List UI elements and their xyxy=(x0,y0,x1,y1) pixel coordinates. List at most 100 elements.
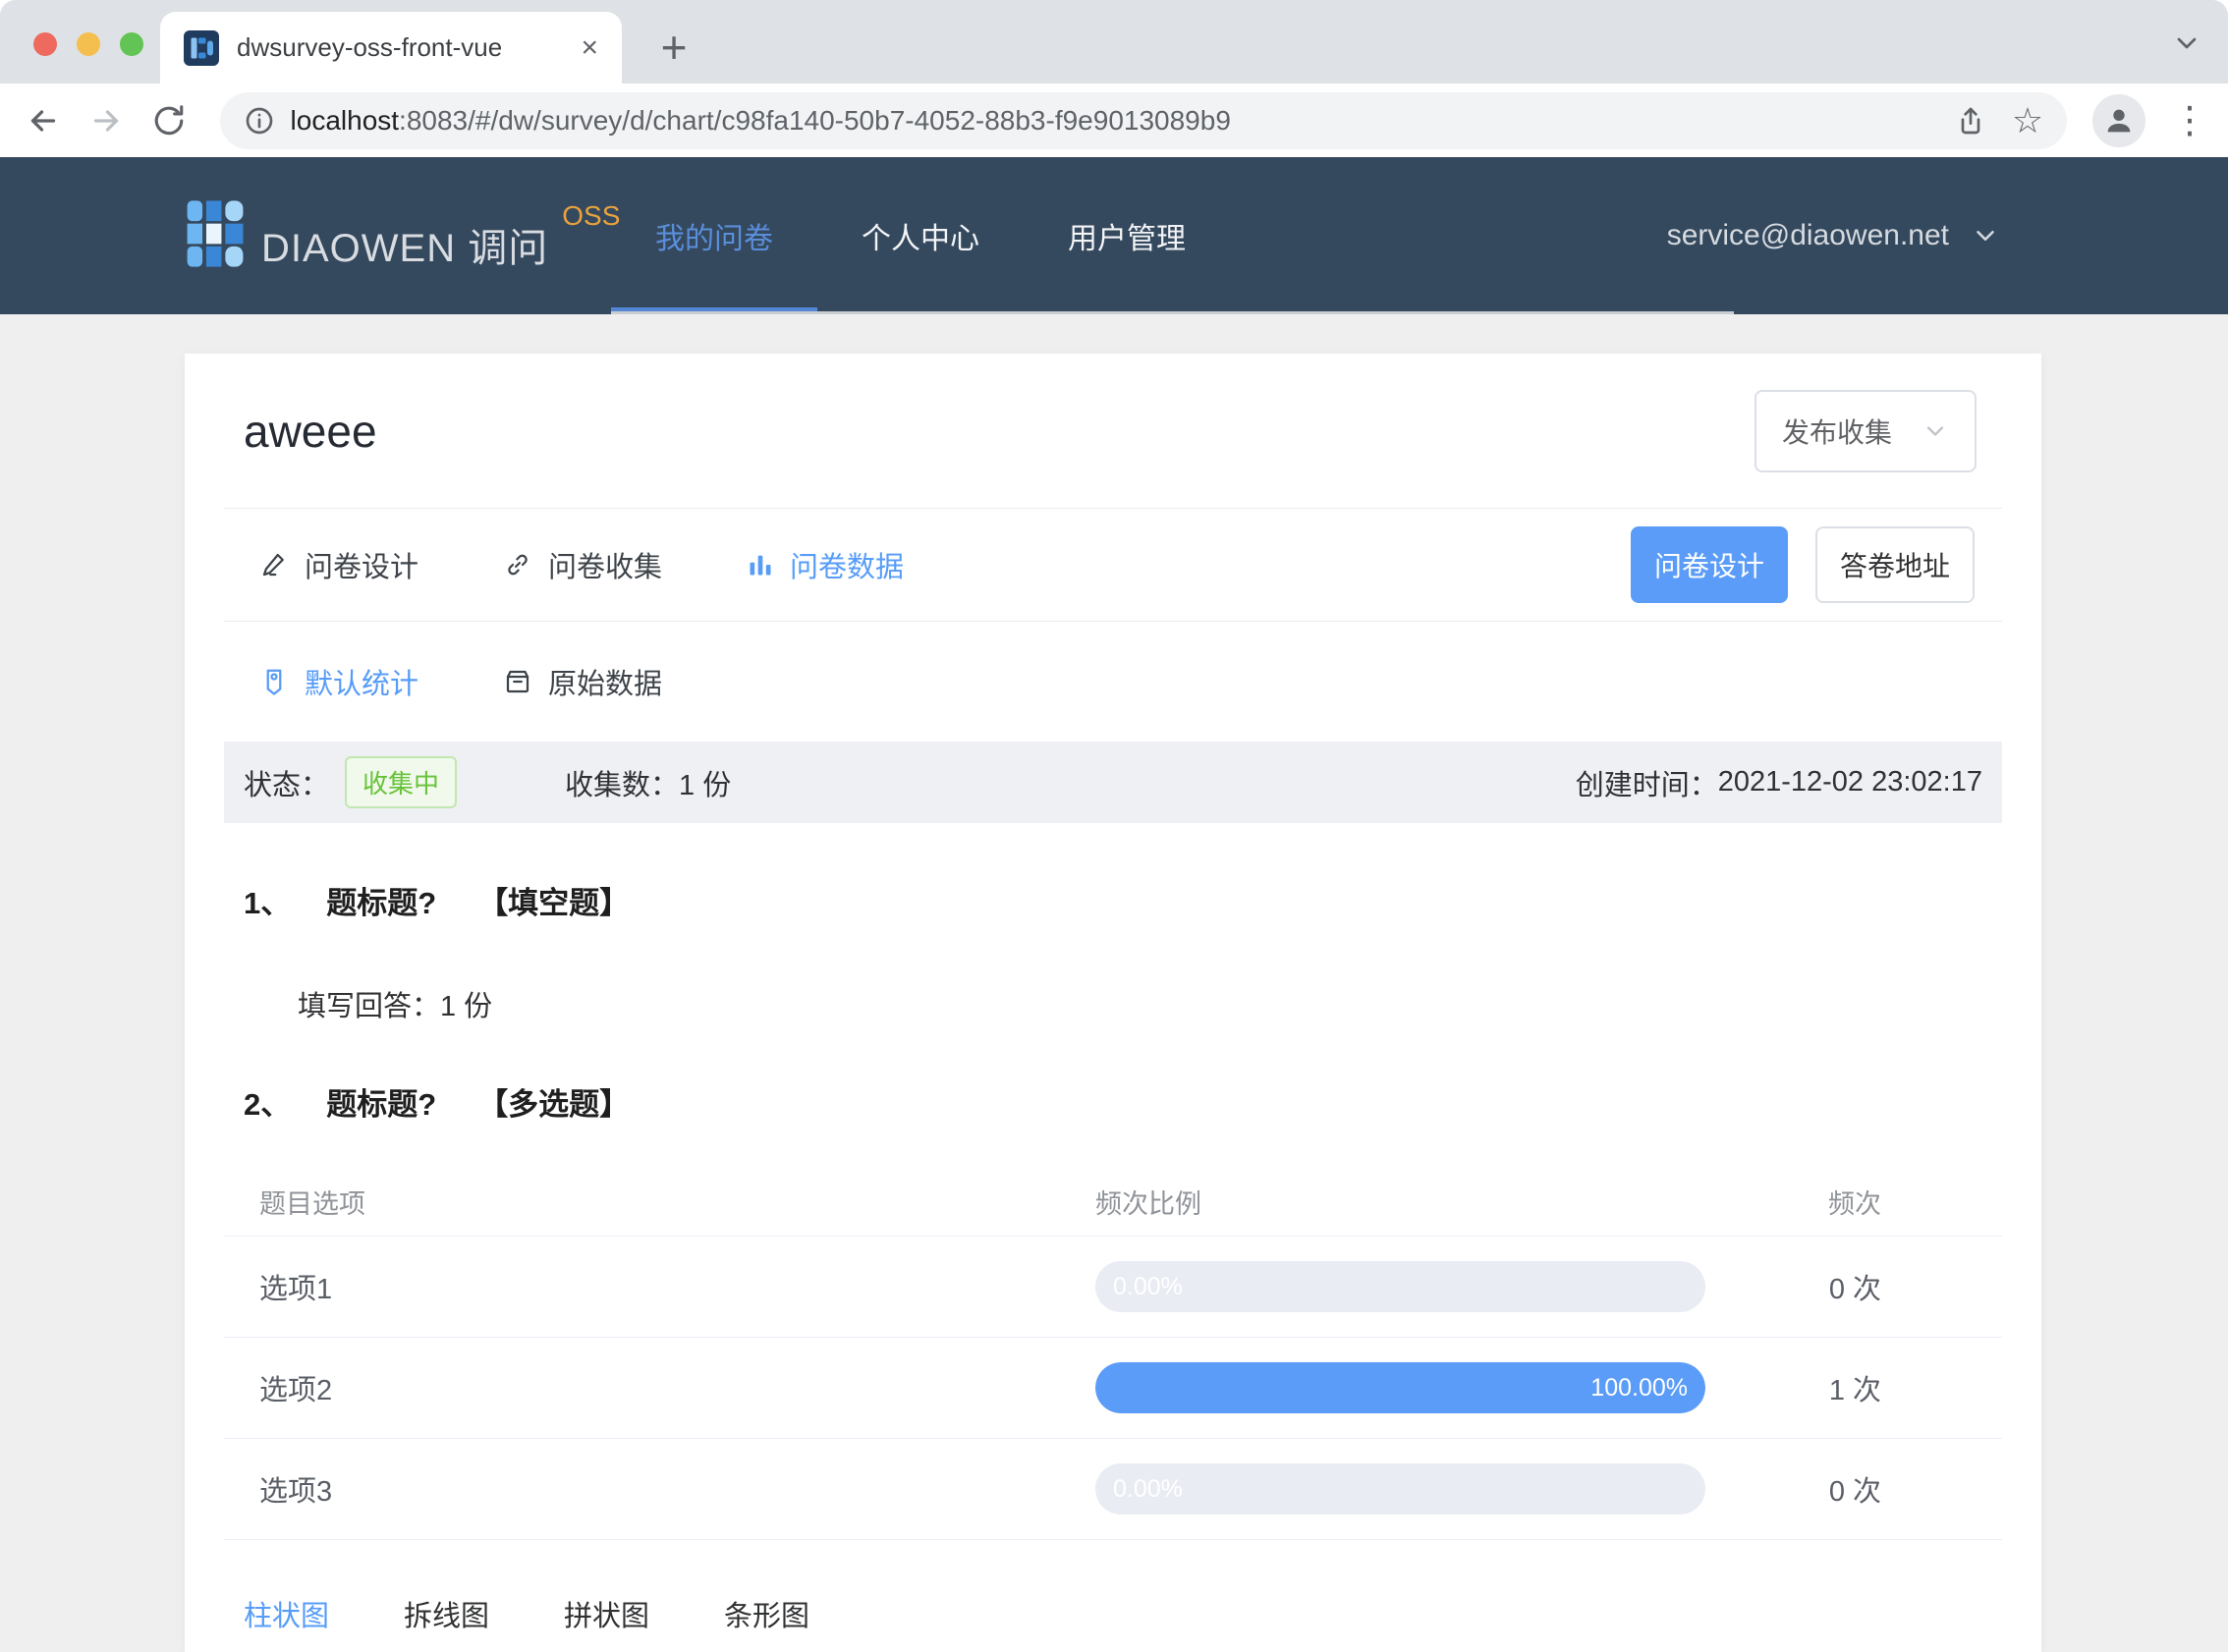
header-count: 频次 xyxy=(1828,1188,1881,1219)
survey-title-row: aweee 发布收集 xyxy=(224,354,2002,509)
link-icon xyxy=(508,554,528,576)
chart-type-tabs: 柱状图 拆线图 拼状图 条形图 xyxy=(224,1593,2002,1652)
chart-tab-bar[interactable]: 条形图 xyxy=(724,1593,809,1634)
publish-chevron-down-icon xyxy=(1922,417,1949,445)
status-badge: 收集中 xyxy=(345,756,458,808)
survey-title: aweee xyxy=(244,405,377,457)
frequency-count: 0 次 xyxy=(1828,1274,1881,1305)
account-menu[interactable]: service@diaowen.net xyxy=(1667,157,2000,314)
option-label: 选项3 xyxy=(259,1476,333,1508)
browser-tab[interactable]: dwsurvey-oss-front-vue × xyxy=(160,12,622,83)
frequency-bar-percent: 100.00% xyxy=(1590,1374,1688,1402)
option-label: 选项1 xyxy=(259,1274,333,1305)
question-2-type: 【多选题】 xyxy=(477,1087,631,1122)
collect-count-label: 收集数： xyxy=(565,769,680,801)
browser-window: dwsurvey-oss-front-vue × + localhost:808… xyxy=(0,0,2228,1652)
archive-box-icon xyxy=(506,670,529,693)
main-content: aweee 发布收集 问卷设计 问卷收集 问卷数据 问卷设计 答卷地址 默认统计… xyxy=(0,314,2228,1652)
created-time-label: 创建时间： xyxy=(1575,769,1718,801)
frequency-bar: 0.00% xyxy=(1095,1463,1705,1514)
frequency-count: 1 次 xyxy=(1828,1375,1881,1406)
nav-item-user-management[interactable]: 用户管理 xyxy=(1024,157,1230,314)
reload-button[interactable] xyxy=(141,93,196,148)
url-path: :8083/#/dw/survey/d/chart/c98fa140-50b7-… xyxy=(399,104,1231,136)
tab-close-icon[interactable]: × xyxy=(581,32,598,63)
frequency-bar: 100.00% xyxy=(1095,1362,1705,1413)
question-2-number: 2、 xyxy=(244,1087,292,1122)
survey-design-button[interactable]: 问卷设计 xyxy=(1631,526,1788,603)
window-controls xyxy=(33,32,143,56)
frequency-table: 题目选项 频次比例 频次 选项1 0.00% 0 次 选项2 100.00% 1… xyxy=(224,1167,2002,1540)
url-text: localhost:8083/#/dw/survey/d/chart/c98fa… xyxy=(291,105,1929,137)
forward-button[interactable] xyxy=(79,93,134,148)
url-host: localhost xyxy=(290,104,400,136)
tab-title: dwsurvey-oss-front-vue xyxy=(237,32,503,62)
zoom-window-button[interactable] xyxy=(120,32,143,56)
frequency-count: 0 次 xyxy=(1828,1476,1881,1508)
tab-label: 问卷数据 xyxy=(790,552,905,583)
table-row: 选项3 0.00% 0 次 xyxy=(224,1438,2002,1540)
tab-label: 问卷设计 xyxy=(305,552,419,583)
table-row: 选项2 100.00% 1 次 xyxy=(224,1337,2002,1438)
app-header: DIAOWEN 调问 OSS 我的问卷 个人中心 用户管理 service@di… xyxy=(0,157,2228,314)
question-1-answer-count: 填写回答：1 份 xyxy=(298,991,493,1022)
new-tab-button[interactable]: + xyxy=(646,20,701,75)
publish-select-value: 发布收集 xyxy=(1782,416,1893,448)
bookmark-star-icon[interactable]: ☆ xyxy=(2012,102,2043,138)
nav-item-my-surveys[interactable]: 我的问卷 xyxy=(611,157,817,314)
bar-chart-icon xyxy=(750,555,771,576)
option-label: 选项2 xyxy=(259,1375,333,1406)
tab-search-chevron-icon[interactable] xyxy=(2171,28,2202,59)
header-option: 题目选项 xyxy=(259,1188,365,1219)
subtab-default-stats[interactable]: 默认统计 xyxy=(259,661,418,702)
table-row: 选项1 0.00% 0 次 xyxy=(224,1236,2002,1337)
address-bar[interactable]: localhost:8083/#/dw/survey/d/chart/c98fa… xyxy=(219,91,2068,149)
brand-name: DIAOWEN 调问 xyxy=(261,227,549,270)
frequency-bar-percent: 0.00% xyxy=(1113,1273,1183,1300)
minimize-window-button[interactable] xyxy=(77,32,100,56)
header-ratio: 频次比例 xyxy=(1095,1188,1201,1219)
subtab-label: 原始数据 xyxy=(548,669,663,700)
back-button[interactable] xyxy=(16,93,71,148)
tag-icon xyxy=(266,669,282,695)
answer-url-button[interactable]: 答卷地址 xyxy=(1815,526,1975,603)
stats-subtabs: 默认统计 原始数据 xyxy=(224,622,2002,742)
tab-survey-collect[interactable]: 问卷收集 xyxy=(503,544,662,585)
subtab-label: 默认统计 xyxy=(305,669,419,700)
question-1-heading: 1、 题标题? 【填空题】 xyxy=(244,878,2002,922)
brand[interactable]: DIAOWEN 调问 OSS xyxy=(185,194,620,273)
collect-count-value: 1 份 xyxy=(679,769,732,801)
survey-card: aweee 发布收集 问卷设计 问卷收集 问卷数据 问卷设计 答卷地址 默认统计… xyxy=(185,354,2041,1652)
share-icon[interactable] xyxy=(1955,105,1986,137)
diaowen-logo-icon xyxy=(187,200,244,267)
chart-tab-column[interactable]: 柱状图 xyxy=(244,1593,329,1634)
site-info-icon[interactable] xyxy=(244,105,275,137)
frequency-bar-percent: 0.00% xyxy=(1113,1475,1183,1503)
question-1-title: 题标题? xyxy=(326,886,437,920)
tab-survey-data[interactable]: 问卷数据 xyxy=(747,544,904,585)
survey-actions: 问卷设计 答卷地址 xyxy=(1631,526,1975,603)
nav-item-personal-center[interactable]: 个人中心 xyxy=(817,157,1024,314)
frequency-table-header: 题目选项 频次比例 频次 xyxy=(224,1167,2002,1236)
close-window-button[interactable] xyxy=(33,32,57,56)
frequency-bar: 0.00% xyxy=(1095,1261,1705,1312)
status-label: 状态： xyxy=(244,769,330,801)
favicon-icon xyxy=(184,29,219,66)
browser-tab-strip: dwsurvey-oss-front-vue × + xyxy=(0,0,2228,83)
browser-menu-icon[interactable]: ⋮ xyxy=(2171,102,2208,139)
publish-select[interactable]: 发布收集 xyxy=(1755,389,1977,472)
app-nav: 我的问卷 个人中心 用户管理 xyxy=(611,157,1230,314)
question-1-type: 【填空题】 xyxy=(477,886,631,920)
browser-profile-avatar[interactable] xyxy=(2092,93,2146,147)
question-2-heading: 2、 题标题? 【多选题】 xyxy=(244,1079,2002,1124)
chart-tab-pie[interactable]: 拼状图 xyxy=(564,1593,649,1634)
pencil-icon xyxy=(262,553,284,577)
account-email: service@diaowen.net xyxy=(1666,219,1949,251)
chart-tab-line[interactable]: 拆线图 xyxy=(404,1593,489,1634)
tab-survey-design[interactable]: 问卷设计 xyxy=(259,544,418,585)
created-time-value: 2021-12-02 23:02:17 xyxy=(1717,766,1982,798)
question-1-number: 1、 xyxy=(244,886,292,920)
question-2-title: 题标题? xyxy=(326,1087,437,1122)
browser-toolbar: localhost:8083/#/dw/survey/d/chart/c98fa… xyxy=(0,83,2228,157)
subtab-raw-data[interactable]: 原始数据 xyxy=(503,661,662,702)
